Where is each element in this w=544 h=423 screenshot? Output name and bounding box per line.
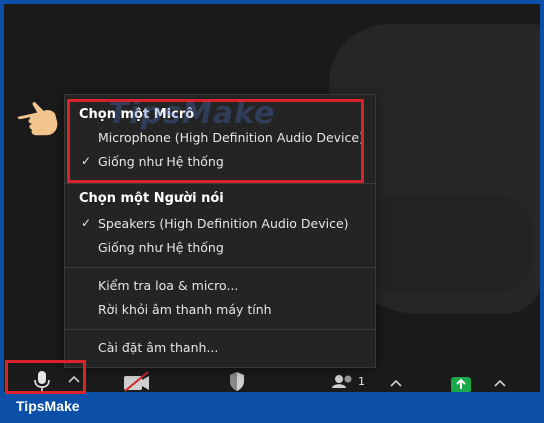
video-off-icon[interactable]	[122, 370, 152, 392]
chevron-up-icon[interactable]	[494, 378, 506, 388]
pointing-hand-icon	[16, 100, 59, 137]
security-shield-icon[interactable]	[228, 370, 246, 392]
test-speaker-mic-item[interactable]: Kiểm tra loa & micro...	[65, 275, 375, 297]
speaker-option-same-as-system[interactable]: Giống như Hệ thống	[65, 237, 375, 259]
menu-divider	[65, 183, 375, 184]
menu-divider	[65, 267, 375, 268]
audio-settings-item[interactable]: Cài đặt âm thanh...	[65, 337, 375, 359]
participants-count: 1	[358, 375, 365, 388]
chevron-up-icon[interactable]	[390, 378, 402, 388]
check-icon: ✓	[81, 216, 92, 230]
participants-icon[interactable]	[332, 374, 354, 388]
menu-divider	[65, 329, 375, 330]
participant-video-blob-secondary	[364, 194, 534, 294]
footer-brand-label: TipsMake	[16, 398, 80, 414]
speaker-section-heading: Chọn một Người nói	[79, 191, 224, 206]
tipsmake-footer: TipsMake	[0, 392, 544, 423]
speaker-option-label: Speakers (High Definition Audio Device)	[98, 216, 349, 231]
leave-computer-audio-item[interactable]: Rời khỏi âm thanh máy tính	[65, 299, 375, 321]
speaker-option-label: Giống như Hệ thống	[98, 240, 224, 255]
mic-button-highlight	[5, 360, 86, 394]
microphone-section-highlight	[67, 99, 364, 183]
speaker-option-hd-audio[interactable]: ✓ Speakers (High Definition Audio Device…	[65, 213, 375, 235]
